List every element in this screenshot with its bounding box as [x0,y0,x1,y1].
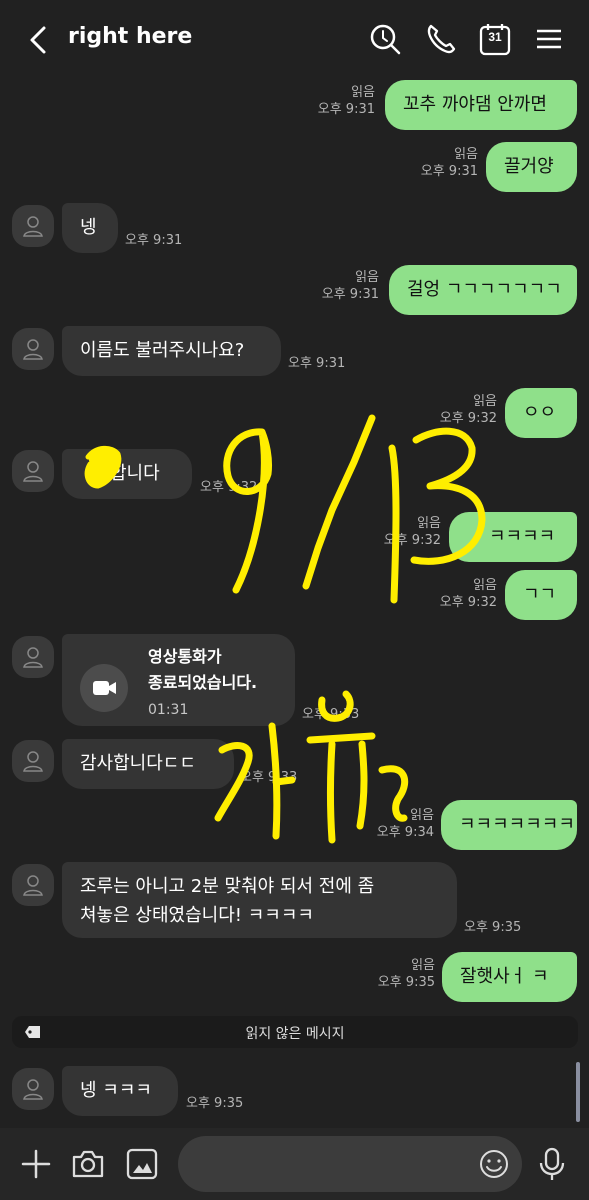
back-arrow-icon[interactable] [24,22,54,58]
incoming-message[interactable]: 이름도 불러주시나요? [62,326,281,376]
person-icon [23,216,43,237]
person-icon [23,1079,43,1100]
unread-messages-divider: 읽지 않은 메시지 [12,1016,578,1048]
read-receipt: 읽음 [411,958,435,973]
incoming-message[interactable]: 넹 [62,203,118,253]
outgoing-message[interactable]: ㅋㅋㅋㅋ [449,512,577,562]
menu-icon[interactable] [532,22,566,56]
message-meta: 읽음 오후 9:31 [322,270,379,304]
message-time: 오후 9:32 [439,411,497,426]
read-receipt: 읽음 [473,394,497,409]
avatar[interactable] [12,864,54,906]
person-icon [23,751,43,772]
message-line-2: 쳐놓은 상태였습니다! ㅋㅋㅋㅋ [80,905,314,926]
outgoing-message[interactable]: ㅇㅇ [505,388,577,438]
video-call-status-line1: 영상통화가 [148,647,222,666]
avatar[interactable] [12,328,54,370]
outgoing-message[interactable]: ㄱㄱ [505,570,577,620]
message-time: 오후 9:32 [200,480,258,495]
video-call-duration: 01:31 [148,702,189,718]
outgoing-message[interactable]: ㅋㅋㅋㅋㅋㅋㅋ [441,800,577,850]
outgoing-message[interactable]: 꼬추 까야댐 안까면 [385,80,577,130]
incoming-message[interactable]: 감사합니다ㄷㄷ [62,739,234,789]
gallery-icon[interactable] [124,1146,160,1182]
message-meta: 읽음 오후 9:31 [421,147,478,181]
incoming-message[interactable]: 합니다 [62,449,192,499]
message-time: 오후 9:31 [317,102,375,117]
scrollbar[interactable] [576,1062,580,1122]
calendar-day-number: 31 [488,30,502,44]
avatar[interactable] [12,450,54,492]
message-meta: 읽음 오후 9:35 [378,958,435,992]
message-time: 오후 9:31 [321,287,379,302]
person-icon [23,875,43,896]
chat-header: right here 31 [0,0,589,80]
phone-icon[interactable] [424,22,458,56]
message-meta: 읽음 오후 9:32 [440,578,497,612]
video-camera-circle [80,664,128,712]
plus-icon[interactable] [18,1146,54,1182]
message-time: 오후 9:31 [288,356,346,371]
message-input[interactable] [178,1136,522,1192]
message-meta: 읽음 오후 9:34 [377,808,434,842]
message-meta: 읽음 오후 9:31 [318,85,375,119]
video-camera-icon [93,681,116,695]
search-icon[interactable] [368,22,402,56]
incoming-message[interactable]: 조루는 아니고 2분 맞춰야 되서 전에 좀 쳐놓은 상태였습니다! ㅋㅋㅋㅋ [62,862,457,938]
message-time: 오후 9:32 [439,595,497,610]
video-call-ended-card[interactable]: 영상통화가 종료되었습니다. 01:31 [62,634,295,726]
avatar[interactable] [12,205,54,247]
chat-title: right here [68,24,193,49]
read-receipt: 읽음 [351,85,375,100]
message-time: 오후 9:33 [302,707,360,722]
outgoing-message[interactable]: 끌거양 [486,142,577,192]
outgoing-message[interactable]: 잘햇사ㅓ ㅋ [442,952,577,1002]
microphone-icon[interactable] [534,1146,570,1182]
outgoing-message[interactable]: 걸엉 ㄱㄱㄱㄱㄱㄱㄱ [389,265,577,315]
avatar[interactable] [12,1068,54,1110]
video-call-status-line2: 종료되었습니다. [148,673,258,692]
read-receipt: 읽음 [473,578,497,593]
read-receipt: 읽음 [454,147,478,162]
camera-icon[interactable] [70,1146,106,1182]
emoji-icon[interactable] [478,1148,510,1180]
message-time: 오후 9:31 [420,164,478,179]
read-receipt: 읽음 [355,270,379,285]
message-time: 오후 9:31 [125,233,183,248]
message-time: 오후 9:35 [464,920,522,935]
incoming-message[interactable]: 넹 ㅋㅋㅋ [62,1066,178,1116]
avatar[interactable] [12,636,54,678]
composer-bar [0,1128,589,1200]
read-receipt: 읽음 [410,808,434,823]
message-time: 오후 9:33 [240,770,298,785]
message-line-1: 조루는 아니고 2분 맞춰야 되서 전에 좀 [80,876,375,897]
message-time: 오후 9:34 [376,825,434,840]
message-meta: 읽음 오후 9:32 [440,394,497,428]
message-time: 오후 9:32 [383,533,441,548]
person-icon [23,339,43,360]
avatar[interactable] [12,740,54,782]
person-icon [23,647,43,668]
message-meta: 읽음 오후 9:32 [384,516,441,550]
unread-divider-label: 읽지 않은 메시지 [245,1026,345,1042]
message-time: 오후 9:35 [377,975,435,990]
calendar-icon[interactable]: 31 [478,22,512,56]
person-icon [23,461,43,482]
read-receipt: 읽음 [417,516,441,531]
message-time: 오후 9:35 [186,1096,244,1111]
